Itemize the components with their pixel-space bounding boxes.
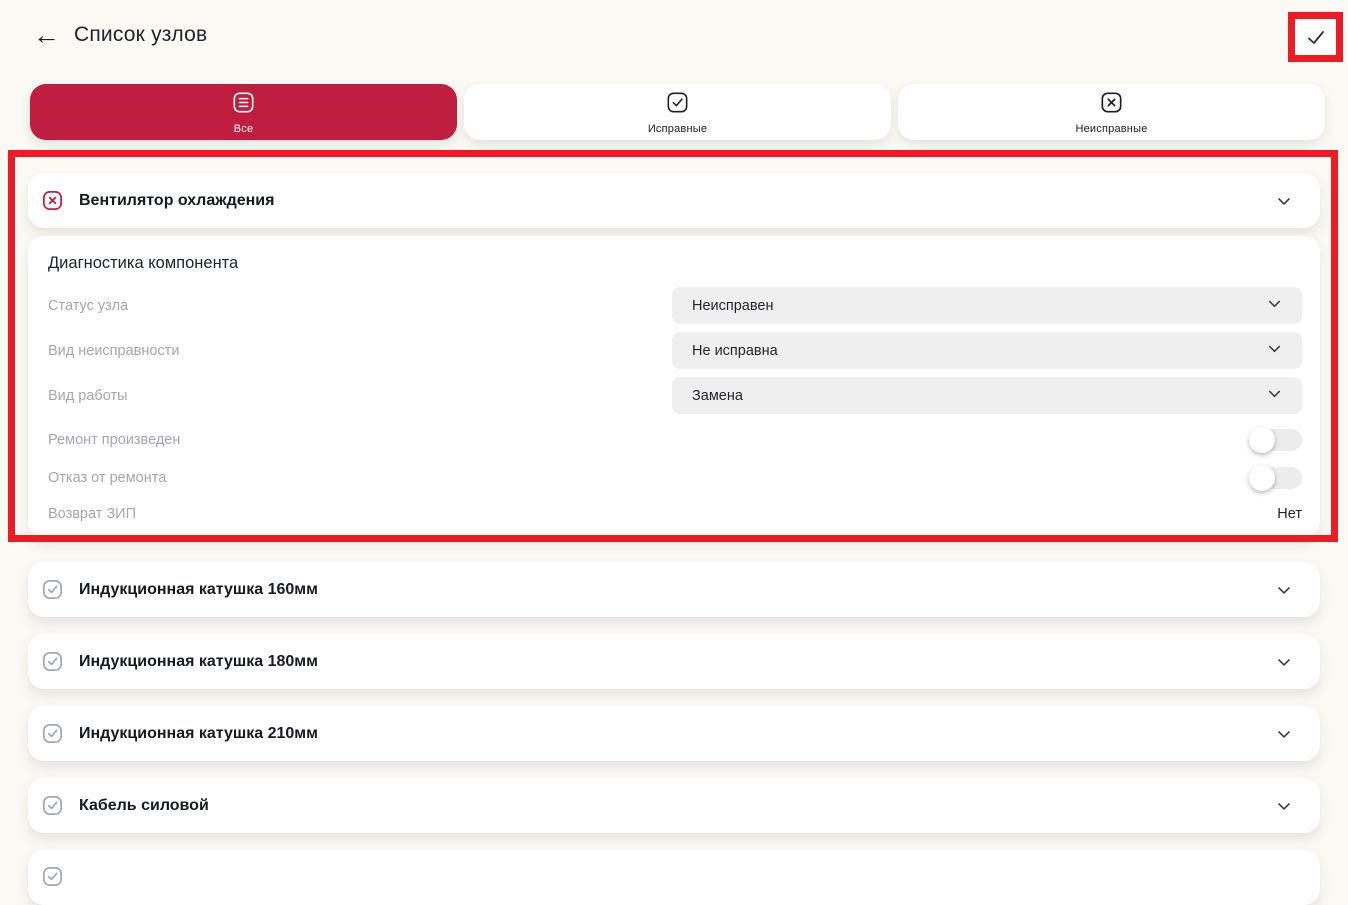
field-row-work-type: Вид работы Замена	[48, 377, 1302, 414]
fault-type-select[interactable]: Не исправна	[672, 332, 1302, 369]
select-value: Неисправен	[692, 298, 1265, 314]
select-value: Замена	[692, 388, 1265, 404]
toggle-row-repair-done: Ремонт произведен	[48, 428, 1302, 452]
chevron-down-icon[interactable]	[1274, 724, 1294, 744]
select-value: Не исправна	[692, 343, 1265, 359]
accordion-item-fan[interactable]: Вентилятор охлаждения	[28, 173, 1320, 228]
chevron-down-icon	[1265, 294, 1284, 318]
accordion-item-power-cable[interactable]: Кабель силовой	[28, 778, 1320, 833]
tab-label: Исправные	[648, 123, 707, 135]
diagnostics-section-title: Диагностика компонента	[48, 254, 1302, 273]
accordion-title: Кабель силовой	[79, 797, 1259, 815]
back-arrow-icon[interactable]: ←	[33, 22, 60, 48]
toggle-row-repair-refused: Отказ от ремонта	[48, 466, 1302, 490]
field-label: Ремонт произведен	[48, 432, 1250, 448]
zip-return-value: Нет	[1277, 506, 1302, 522]
check-square-icon	[41, 794, 64, 817]
chevron-down-icon[interactable]	[1274, 796, 1294, 816]
repair-done-toggle[interactable]	[1250, 429, 1302, 451]
repair-refused-toggle[interactable]	[1250, 467, 1302, 489]
field-label: Вид неисправности	[48, 343, 672, 359]
field-label: Статус узла	[48, 298, 672, 314]
x-square-icon	[1099, 90, 1124, 120]
field-label: Вид работы	[48, 388, 672, 404]
tab-label: Все	[234, 123, 254, 135]
field-label: Возврат ЗИП	[48, 506, 1277, 522]
check-square-icon	[41, 578, 64, 601]
check-square-icon	[41, 650, 64, 673]
chevron-down-icon[interactable]	[1274, 652, 1294, 672]
chevron-down-icon	[1265, 339, 1284, 363]
check-square-icon	[41, 722, 64, 745]
filter-tabs: Все Исправные Неисправные	[30, 84, 1325, 140]
tab-faulty[interactable]: Неисправные	[898, 84, 1325, 140]
field-row-node-status: Статус узла Неисправен	[48, 287, 1302, 324]
work-type-select[interactable]: Замена	[672, 377, 1302, 414]
toggle-knob	[1249, 427, 1275, 453]
chevron-down-icon[interactable]	[1274, 191, 1294, 211]
accordion-item-coil-210[interactable]: Индукционная катушка 210мм	[28, 706, 1320, 761]
accordion-title: Индукционная катушка 180мм	[79, 653, 1259, 671]
chevron-down-icon	[1265, 384, 1284, 408]
toggle-knob	[1249, 465, 1275, 491]
chevron-down-icon[interactable]	[1274, 580, 1294, 600]
accordion-title: Индукционная катушка 210мм	[79, 725, 1259, 743]
accordion-title: Индукционная катушка 160мм	[79, 581, 1259, 599]
zip-return-row: Возврат ЗИП Нет	[48, 506, 1302, 522]
check-square-icon	[665, 90, 690, 120]
tab-label: Неисправные	[1075, 123, 1147, 135]
check-square-icon	[41, 865, 64, 888]
accordion-item-coil-160[interactable]: Индукционная катушка 160мм	[28, 562, 1320, 617]
node-status-select[interactable]: Неисправен	[672, 287, 1302, 324]
tab-all[interactable]: Все	[30, 84, 457, 140]
diagnostics-panel: Диагностика компонента Статус узла Неисп…	[28, 236, 1320, 538]
accordion-title: Вентилятор охлаждения	[79, 192, 1259, 210]
confirm-button-annotation	[1288, 12, 1343, 62]
list-square-icon	[231, 90, 256, 120]
page-title: Список узлов	[74, 23, 207, 47]
confirm-check-icon[interactable]	[1304, 25, 1328, 49]
accordion-item-partial[interactable]	[28, 850, 1320, 905]
accordion-item-coil-180[interactable]: Индукционная катушка 180мм	[28, 634, 1320, 689]
tab-working[interactable]: Исправные	[464, 84, 891, 140]
field-row-fault-type: Вид неисправности Не исправна	[48, 332, 1302, 369]
header: ← Список узлов	[0, 0, 1348, 48]
field-label: Отказ от ремонта	[48, 470, 1250, 486]
x-square-icon	[41, 189, 64, 212]
